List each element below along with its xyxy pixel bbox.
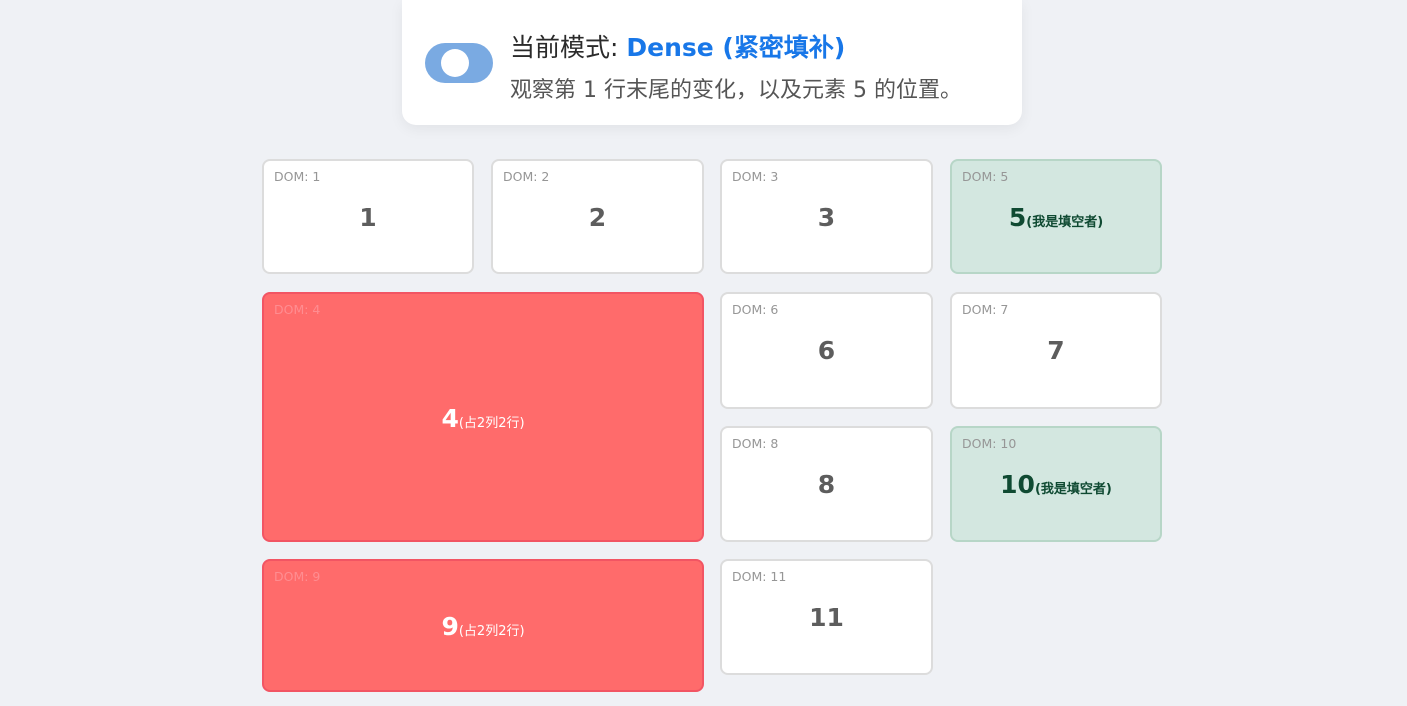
- dom-order-label: DOM: 7: [962, 302, 1009, 317]
- dom-order-label: DOM: 1: [274, 169, 321, 184]
- grid-item-9-span: DOM: 9 9(占2列2行): [262, 559, 704, 692]
- item-note: (我是填空者): [1026, 215, 1104, 230]
- item-label: 5(我是填空者): [952, 203, 1160, 232]
- item-label: 8: [722, 470, 931, 499]
- dom-order-label: DOM: 3: [732, 169, 779, 184]
- item-number: 8: [817, 470, 836, 499]
- grid-item-11: DOM: 11 11: [720, 559, 933, 675]
- grid-item-8: DOM: 8 8: [720, 426, 933, 542]
- item-note: (我是填空者): [1034, 482, 1112, 497]
- dense-mode-toggle[interactable]: [425, 43, 493, 83]
- item-label: 6: [722, 336, 931, 365]
- item-number: 11: [809, 603, 844, 632]
- dom-order-label: DOM: 2: [503, 169, 550, 184]
- dom-order-label: DOM: 6: [732, 302, 779, 317]
- mode-prefix: 当前模式:: [510, 33, 627, 62]
- item-note: (占2列2行): [458, 416, 525, 431]
- grid-item-2: DOM: 2 2: [491, 159, 704, 274]
- item-number: 7: [1047, 336, 1065, 365]
- item-number: 6: [817, 336, 836, 365]
- item-label: 3: [722, 203, 931, 232]
- item-label: 9(占2列2行): [264, 612, 702, 641]
- item-note: (占2列2行): [458, 624, 525, 639]
- toggle-knob: [441, 49, 469, 77]
- mode-panel: 当前模式: Dense (紧密填补) 观察第 1 行末尾的变化，以及元素 5 的…: [402, 0, 1022, 125]
- mode-title: 当前模式: Dense (紧密填补): [510, 28, 845, 64]
- item-number: 4: [441, 404, 459, 433]
- item-number: 1: [359, 203, 377, 232]
- item-label: 4(占2列2行): [264, 404, 702, 433]
- item-number: 10: [1000, 470, 1035, 499]
- dom-order-label: DOM: 4: [274, 302, 321, 317]
- dom-order-label: DOM: 10: [962, 436, 1017, 451]
- mode-hint: 观察第 1 行末尾的变化，以及元素 5 的位置。: [510, 78, 962, 103]
- grid-item-7: DOM: 7 7: [950, 292, 1162, 409]
- item-label: 1: [264, 203, 472, 232]
- dom-order-label: DOM: 9: [274, 569, 321, 584]
- item-number: 9: [441, 612, 459, 641]
- item-label: 7: [952, 336, 1160, 365]
- item-number: 3: [817, 203, 836, 232]
- item-label: 10(我是填空者): [952, 470, 1160, 499]
- dom-order-label: DOM: 11: [732, 569, 787, 584]
- item-label: 11: [722, 603, 931, 632]
- grid-item-10-filler: DOM: 10 10(我是填空者): [950, 426, 1162, 542]
- grid-item-1: DOM: 1 1: [262, 159, 474, 274]
- item-number: 2: [588, 203, 607, 232]
- grid-item-3: DOM: 3 3: [720, 159, 933, 274]
- grid-item-4-span: DOM: 4 4(占2列2行): [262, 292, 704, 542]
- mode-value: Dense (紧密填补): [626, 33, 846, 62]
- grid-item-5-filler: DOM: 5 5(我是填空者): [950, 159, 1162, 274]
- grid-item-6: DOM: 6 6: [720, 292, 933, 409]
- item-label: 2: [493, 203, 702, 232]
- dom-order-label: DOM: 8: [732, 436, 779, 451]
- dom-order-label: DOM: 5: [962, 169, 1009, 184]
- item-number: 5: [1008, 203, 1027, 232]
